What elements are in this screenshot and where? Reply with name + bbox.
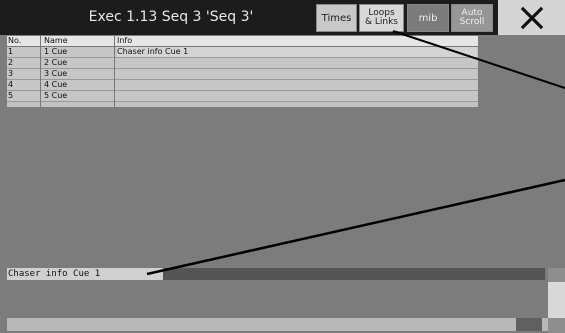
info-text-field[interactable]: Chaser info Cue 1 <box>7 268 163 280</box>
cue-info[interactable] <box>117 58 477 68</box>
column-divider <box>40 36 41 107</box>
loops-links-button[interactable]: Loops & Links <box>359 4 404 32</box>
table-row[interactable]: 3 3 Cue <box>7 69 478 80</box>
cue-info[interactable] <box>117 91 477 101</box>
table-row[interactable]: 4 4 Cue <box>7 80 478 91</box>
vertical-scroll-thumb[interactable] <box>548 282 565 318</box>
cue-name: 4 Cue <box>44 80 68 89</box>
column-header-info[interactable]: Info <box>117 36 477 46</box>
cue-number: 1 <box>8 47 14 56</box>
table-row[interactable]: 5 5 Cue <box>7 91 478 102</box>
cue-name: 1 Cue <box>44 47 68 56</box>
window-title: Exec 1.13 Seq 3 'Seq 3' <box>88 9 254 25</box>
column-divider <box>114 36 115 107</box>
cue-name: 2 Cue <box>44 58 68 67</box>
vertical-scrollbar[interactable] <box>548 268 565 333</box>
close-icon <box>520 6 543 29</box>
close-button[interactable] <box>498 0 565 35</box>
cue-number: 2 <box>8 58 14 67</box>
title-bar: Exec 1.13 Seq 3 'Seq 3' Times Loops & Li… <box>0 0 565 35</box>
times-button[interactable]: Times <box>316 4 357 32</box>
mib-button[interactable]: mib <box>407 4 449 32</box>
column-header-no[interactable]: No. <box>8 36 38 46</box>
cue-name: 5 Cue <box>44 91 68 100</box>
info-text-area[interactable] <box>0 280 547 316</box>
table-row[interactable]: 1 1 Cue Chaser info Cue 1 <box>7 47 478 58</box>
info-editor-bar: Chaser info Cue 1 <box>7 268 545 280</box>
cue-name: 3 Cue <box>44 69 68 78</box>
cue-number: 5 <box>8 91 14 100</box>
cue-table: No. Name Info 1 1 Cue Chaser info Cue 1 … <box>7 36 478 107</box>
cue-info[interactable]: Chaser info Cue 1 <box>117 47 477 57</box>
cue-number: 4 <box>8 80 14 89</box>
column-header-name[interactable]: Name <box>44 36 114 46</box>
horizontal-scroll-thumb[interactable] <box>516 318 542 331</box>
cue-info[interactable] <box>117 80 477 90</box>
table-header: No. Name Info <box>7 36 478 47</box>
table-row[interactable]: 2 2 Cue <box>7 58 478 69</box>
horizontal-scrollbar[interactable] <box>7 318 548 331</box>
cue-info[interactable] <box>117 69 477 79</box>
cue-number: 3 <box>8 69 14 78</box>
annotation-line-bottom <box>146 178 565 276</box>
auto-scroll-button[interactable]: Auto Scroll <box>451 4 493 32</box>
